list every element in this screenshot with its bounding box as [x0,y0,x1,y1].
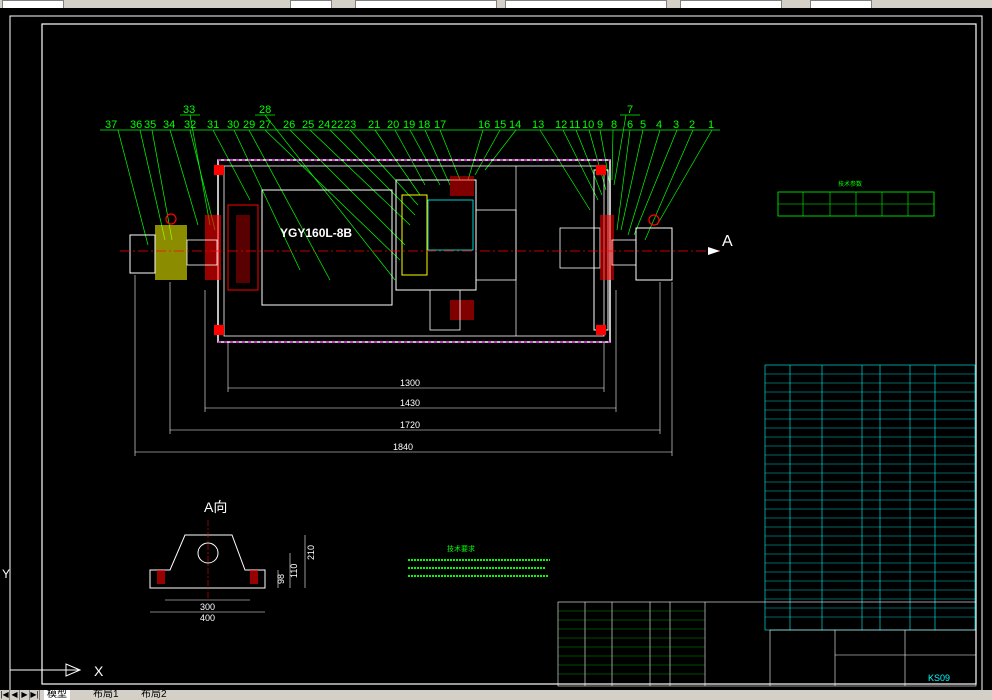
part-20: 20 [387,119,399,131]
part-31: 31 [207,119,219,131]
part-37: 37 [105,119,117,131]
tab-nav-first[interactable]: |◀ [0,690,10,700]
part-24: 24 [318,119,330,131]
part-29: 29 [243,119,255,131]
drawing-canvas[interactable]: 37 36 35 34 33 32 31 30 29 28 27 26 25 2… [0,8,992,693]
view-a-detail: A向 300 400 210 110 98 [149,499,316,623]
part-2: 2 [689,119,695,131]
outer-frame [9,15,983,693]
title-block-id: KS09 [928,673,950,683]
motor-label: YGY160L-8B [280,226,352,240]
view-a-title: A向 [204,499,227,515]
dim-1300: 1300 [400,378,420,388]
part-27: 27 [259,119,271,131]
part-1: 1 [708,119,714,131]
title-block [557,601,977,687]
ucs-x-label: X [94,663,104,679]
dim-400: 400 [200,613,215,623]
part-34: 34 [163,119,175,131]
ucs-y-label: Y [2,567,10,581]
dim-110: 110 [289,564,299,578]
tab-layout1[interactable]: 布局1 [90,690,122,700]
ucs-icon [9,560,82,677]
title-block-rows [558,610,705,675]
part-6: 6 [627,119,633,131]
part-15: 15 [494,119,506,131]
dim-210: 210 [306,545,316,560]
part-11: 11 [569,119,580,131]
part-30: 30 [227,119,239,131]
part-19: 19 [403,119,415,131]
tech-requirements: 技术要求 [408,544,550,577]
part-number-labels: 37 36 35 34 33 32 31 30 29 28 27 26 25 2… [105,104,714,131]
part-22: 22 [331,119,343,131]
param-table-title: 技术参数 [838,180,862,188]
tab-model[interactable]: 模型 [44,690,70,700]
part-28: 28 [259,104,271,116]
dim-1720: 1720 [400,420,420,430]
cad-drawing: 37 36 35 34 33 32 31 30 29 28 27 26 25 2… [2,15,983,693]
part-14: 14 [509,119,521,131]
part-13: 13 [532,119,544,131]
dim-1840: 1840 [393,442,413,452]
part-18: 18 [418,119,430,131]
part-26: 26 [283,119,295,131]
dim-300: 300 [200,602,215,612]
layout-tabs: |◀ ◀ ▶ ▶| 模型 布局1 布局2 [0,690,992,700]
part-35: 35 [144,119,156,131]
part-5: 5 [640,119,646,131]
dim-1430: 1430 [400,398,420,408]
part-36: 36 [130,119,142,131]
part-3: 3 [673,119,679,131]
part-16: 16 [478,119,490,131]
tech-req-title: 技术要求 [447,544,475,553]
part-21: 21 [368,119,380,131]
part-4: 4 [656,119,662,131]
part-8: 8 [611,119,617,131]
dim-98: 98 [276,574,286,584]
tab-nav-last[interactable]: ▶| [30,690,40,700]
part-17: 17 [434,119,446,131]
part-7: 7 [627,104,633,116]
part-10: 10 [582,119,594,131]
part-23: 23 [344,119,356,131]
part-33: 33 [183,104,195,116]
part-32: 32 [184,119,196,131]
drum-assembly: YGY160L-8B A [120,159,733,343]
parts-list [764,364,976,631]
part-12: 12 [555,119,567,131]
part-25: 25 [302,119,314,131]
view-a-label: A [722,233,733,250]
part-9: 9 [597,119,603,131]
tab-layout2[interactable]: 布局2 [138,690,170,700]
tab-nav-next[interactable]: ▶ [20,690,30,700]
parts-list-rows [765,373,975,618]
tab-nav-prev[interactable]: ◀ [10,690,20,700]
parameter-table: 技术参数 [777,180,935,217]
